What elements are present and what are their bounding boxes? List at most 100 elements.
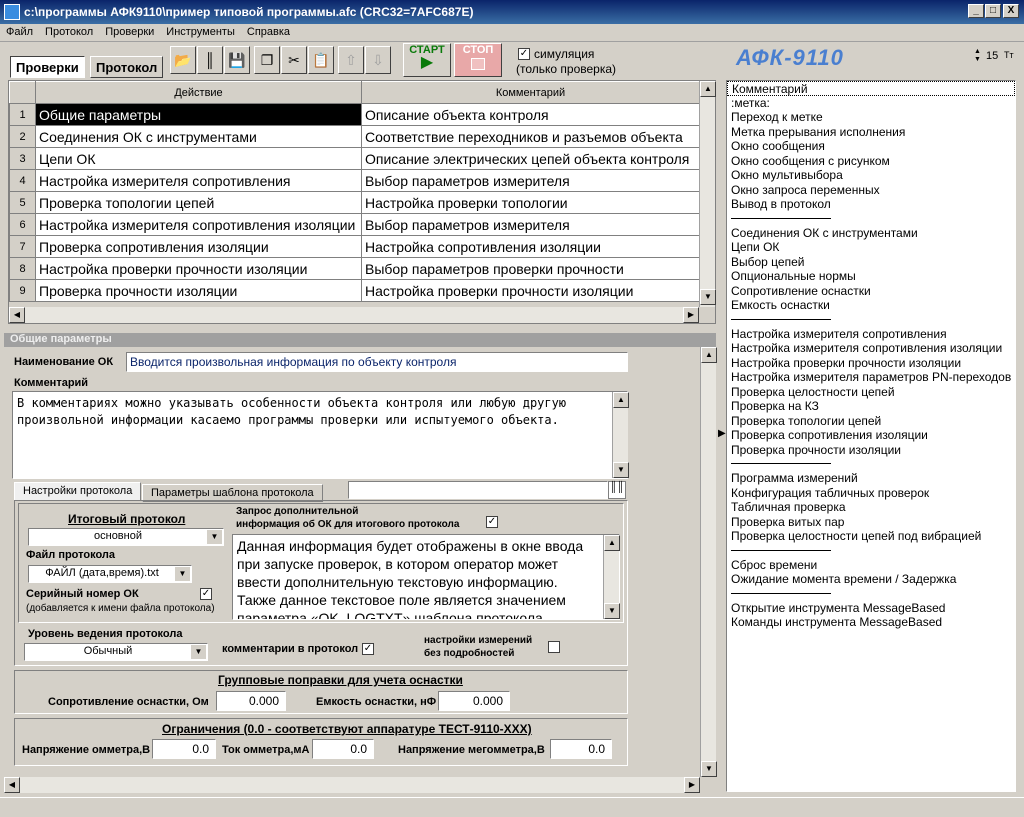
log-level-combo[interactable]: Обычный ▼ (24, 643, 208, 661)
list-item[interactable]: Проверка целостности цепей (727, 385, 1015, 400)
list-item[interactable]: Настройка измерителя параметров PN-перех… (727, 370, 1015, 385)
comment-scroll-up-icon[interactable]: ▲ (613, 392, 629, 408)
list-item[interactable]: Сопротивление оснастки (727, 284, 1015, 299)
params-vscroll[interactable]: ▲ ▼ (700, 347, 717, 777)
info-scroll-up-icon[interactable]: ▲ (604, 535, 620, 551)
list-item[interactable]: Табличная проверка (727, 500, 1015, 515)
comment-cell[interactable]: Описание объекта контроля (361, 103, 700, 126)
list-item[interactable]: Настройка измерителя сопротивления (727, 327, 1015, 342)
list-item[interactable]: Проверка топологии цепей (727, 414, 1015, 429)
close-button[interactable]: X (1003, 4, 1019, 18)
fixture-cap-field[interactable]: 0.000 (438, 691, 510, 711)
scroll-right-icon[interactable]: ▶ (683, 307, 699, 323)
list-item[interactable]: Окно мультивыбора (727, 168, 1015, 183)
list-item[interactable]: Настройка проверки прочности изоляции (727, 356, 1015, 371)
move-up-icon[interactable]: ⇧ (338, 46, 364, 74)
params-scroll-down-icon[interactable]: ▼ (701, 761, 717, 777)
list-item[interactable]: Окно сообщения с рисунком (727, 154, 1015, 169)
comment-cell[interactable]: Выбор параметров измерителя (361, 169, 700, 192)
scroll-down-icon[interactable]: ▼ (700, 289, 716, 305)
list-item[interactable]: Выбор цепей (727, 255, 1015, 270)
ok-name-field[interactable]: Вводится произвольная информация по объе… (126, 352, 628, 372)
col-comment-header[interactable]: Комментарий (361, 81, 700, 104)
menu-tools[interactable]: Инструменты (160, 24, 241, 38)
menu-file[interactable]: Файл (0, 24, 39, 38)
table-row[interactable]: 1 Общие параметры Описание объекта контрол… (9, 103, 700, 126)
action-cell[interactable]: Настройка проверки прочности изоляции (35, 257, 362, 280)
list-item[interactable]: Проверка сопротивления изоляции (727, 428, 1015, 443)
comment-vscroll[interactable]: ▲ ▼ (612, 392, 629, 478)
extra-info-checkbox[interactable]: ✓ (486, 516, 498, 528)
minimize-button[interactable]: _ (968, 4, 984, 18)
final-protocol-combo[interactable]: основной ▼ (28, 528, 224, 546)
dropdown-icon[interactable]: ▼ (191, 645, 206, 659)
scroll-up-icon[interactable]: ▲ (700, 81, 716, 97)
list-item[interactable]: Проверка целостности цепей под вибрацией (727, 529, 1015, 544)
simulation-checkbox[interactable]: ✓ (518, 48, 530, 60)
row-number[interactable]: 3 (9, 147, 36, 170)
action-cell[interactable]: Общие параметры (35, 103, 362, 126)
comment-cell[interactable]: Выбор параметров проверки прочности (361, 257, 700, 280)
action-cell[interactable]: Цепи ОК (35, 147, 362, 170)
list-item[interactable]: :метка: (727, 96, 1015, 111)
params-hscroll[interactable]: ◀ ▶ (4, 777, 700, 793)
copy-icon[interactable]: ❐ (254, 46, 280, 74)
params-scroll-right-icon[interactable]: ▶ (684, 777, 700, 793)
action-cell[interactable]: Проверка топологии цепей (35, 191, 362, 214)
table-row[interactable]: 2 Соединения ОК с инструментами Соответств… (9, 125, 700, 148)
params-scroll-left-icon[interactable]: ◀ (4, 777, 20, 793)
template-field[interactable] (348, 481, 608, 499)
comments-in-protocol-checkbox[interactable]: ✓ (362, 643, 374, 655)
list-item[interactable]: Ожидание момента времени / Задержка (727, 572, 1015, 587)
row-number[interactable]: 5 (9, 191, 36, 214)
row-number[interactable]: 9 (9, 279, 36, 302)
table-row[interactable]: 8 Настройка проверки прочности изоляции Вы… (9, 257, 700, 280)
barcode-small-icon[interactable]: ║║ (608, 481, 626, 499)
cut-icon[interactable]: ✂ (281, 46, 307, 74)
barcode-icon[interactable]: ║ (197, 46, 223, 74)
list-item[interactable]: Комментарий (727, 81, 1015, 96)
list-item[interactable]: Переход к метке (727, 110, 1015, 125)
list-item[interactable]: Цепи ОК (727, 240, 1015, 255)
table-row[interactable]: 4 Настройка измерителя сопротивления Выбор… (9, 169, 700, 192)
list-item[interactable]: Окно сообщения (727, 139, 1015, 154)
params-scroll-up-icon[interactable]: ▲ (701, 347, 717, 363)
comment-cell[interactable]: Соответствие переходников и разъемов объ… (361, 125, 700, 148)
table-row[interactable]: 5 Проверка топологии цепей Настройка прове… (9, 191, 700, 214)
table-row[interactable]: 9 Проверка прочности изоляции Настройка пр… (9, 279, 700, 302)
row-number[interactable]: 2 (9, 125, 36, 148)
comment-cell[interactable]: Настройка сопротивления изоляции (361, 235, 700, 258)
row-number[interactable]: 4 (9, 169, 36, 192)
info-scroll-down-icon[interactable]: ▼ (604, 603, 620, 619)
font-icon[interactable]: Tт (1004, 50, 1014, 60)
list-item[interactable]: Емкость оснастки (727, 298, 1015, 313)
comment-cell[interactable]: Описание электрических цепей объекта кон… (361, 147, 700, 170)
paste-icon[interactable]: 📋 (308, 46, 334, 74)
protocol-file-combo[interactable]: ФАЙЛ (дата,время).txt ▼ (28, 565, 192, 583)
font-size-value[interactable]: 15 (986, 50, 998, 62)
list-item[interactable]: Метка прерывания исполнения (727, 125, 1015, 140)
comment-scroll-down-icon[interactable]: ▼ (613, 462, 629, 478)
grid-hscroll[interactable]: ◀ ▶ (9, 307, 699, 323)
open-icon[interactable]: 📂 (170, 46, 196, 74)
action-cell[interactable]: Проверка сопротивления изоляции (35, 235, 362, 258)
list-item[interactable]: Опциональные нормы (727, 269, 1015, 284)
action-cell[interactable]: Настройка измерителя сопротивления изоля… (35, 213, 362, 236)
comment-cell[interactable]: Выбор параметров измерителя (361, 213, 700, 236)
table-row[interactable]: 7 Проверка сопротивления изоляции Настройк… (9, 235, 700, 258)
comment-cell[interactable]: Настройка проверки прочности изоляции (361, 279, 700, 302)
row-number[interactable]: 6 (9, 213, 36, 236)
fixture-res-field[interactable]: 0.000 (216, 691, 286, 711)
menu-protocol[interactable]: Протокол (39, 24, 99, 38)
menu-checks[interactable]: Проверки (99, 24, 160, 38)
list-item[interactable]: Проверка на КЗ (727, 399, 1015, 414)
tab-checks[interactable]: Проверки (10, 56, 85, 78)
table-row[interactable]: 3 Цепи ОК Описание электрических цепей объ… (9, 147, 700, 170)
list-item[interactable]: Окно запроса переменных (727, 183, 1015, 198)
menu-help[interactable]: Справка (241, 24, 296, 38)
row-number[interactable]: 1 (9, 103, 36, 126)
tab-protocol[interactable]: Протокол (90, 56, 164, 78)
list-item[interactable]: Сброс времени (727, 558, 1015, 573)
comment-textarea[interactable]: В комментариях можно указывать особеннос… (12, 391, 628, 479)
info-textarea[interactable]: Данная информация будет отображены в окн… (232, 534, 620, 620)
